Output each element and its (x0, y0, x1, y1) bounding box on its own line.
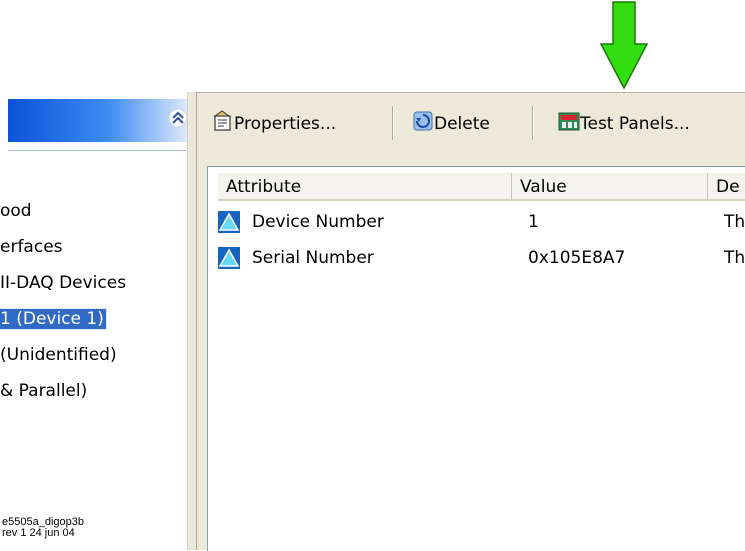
tree-item[interactable]: ood (0, 199, 32, 223)
test-panels-button[interactable]: Test Panels... (558, 110, 690, 138)
row-description: Th (724, 212, 745, 232)
toolbar-separator (392, 106, 394, 140)
properties-button[interactable]: Properties... (212, 110, 336, 138)
row-attribute: Serial Number (252, 248, 374, 268)
attribute-icon (218, 247, 240, 269)
delete-button[interactable]: Delete (412, 110, 490, 138)
tree-item[interactable]: (Unidentified) (0, 343, 117, 367)
tree-header-divider (8, 150, 186, 151)
pane-splitter[interactable] (187, 92, 197, 550)
tree-item[interactable]: II-DAQ Devices (0, 271, 126, 295)
tree-item-selected[interactable]: 1 (Device 1) (0, 307, 107, 331)
tree-item[interactable]: & Parallel) (0, 379, 87, 403)
toolbar-separator (532, 106, 534, 140)
down-arrow-annotation-icon (600, 1, 648, 90)
tree-item-label: erfaces (0, 237, 63, 257)
row-description: Th (724, 248, 745, 268)
test-panels-label: Test Panels... (580, 114, 690, 134)
column-header-value[interactable]: Value (512, 173, 708, 201)
caption-line-2: rev 1 24 jun 04 (2, 527, 75, 539)
tree-item-label: II-DAQ Devices (0, 273, 127, 293)
delete-icon (412, 110, 433, 131)
tree-item-label: 1 (Device 1) (0, 308, 107, 330)
table-row[interactable]: Serial Number 0x105E8A7 Th (218, 245, 745, 271)
tree-item-label: ood (0, 201, 32, 221)
column-header-attribute[interactable]: Attribute (218, 173, 512, 201)
tree-item[interactable]: erfaces (0, 235, 63, 259)
collapse-chevron-icon[interactable] (168, 108, 188, 128)
attribute-icon (218, 211, 240, 233)
properties-label: Properties... (234, 114, 337, 134)
tree-item-label: (Unidentified) (0, 345, 117, 365)
row-value: 0x105E8A7 (528, 248, 626, 268)
tree-pane-header (8, 99, 188, 142)
tree-item-label: & Parallel) (0, 381, 88, 401)
properties-icon (212, 110, 232, 131)
column-header-description[interactable]: De (708, 173, 745, 201)
delete-label: Delete (434, 114, 490, 134)
row-attribute: Device Number (252, 212, 384, 232)
table-row[interactable]: Device Number 1 Th (218, 209, 745, 235)
test-panels-icon (558, 110, 580, 131)
row-value: 1 (528, 212, 539, 232)
